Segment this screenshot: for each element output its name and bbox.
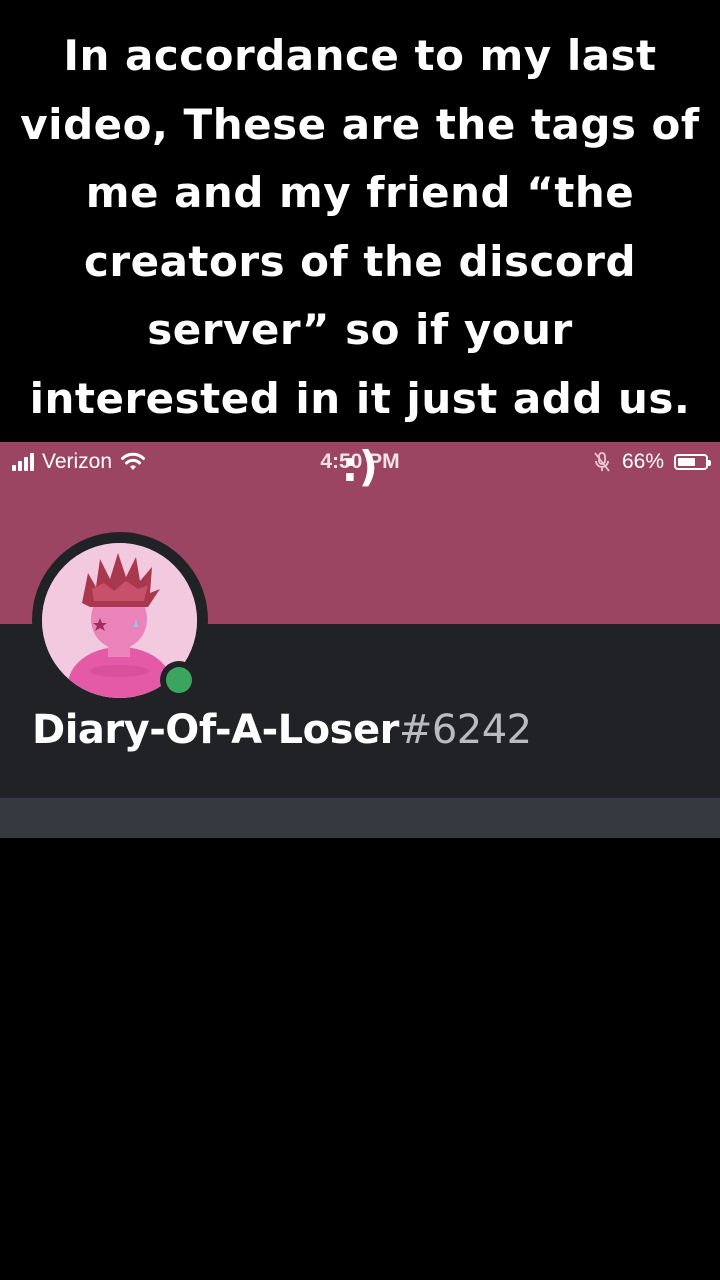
profile-section-divider [0,798,720,838]
username-label: Diary-Of-A-Loser [32,707,399,753]
video-caption: In accordance to my last video, These ar… [20,31,700,491]
discriminator-label: #6242 [398,707,532,753]
profile-tag[interactable]: Diary-Of-A-Loser#6242 [32,707,532,753]
online-status-indicator [160,661,198,699]
